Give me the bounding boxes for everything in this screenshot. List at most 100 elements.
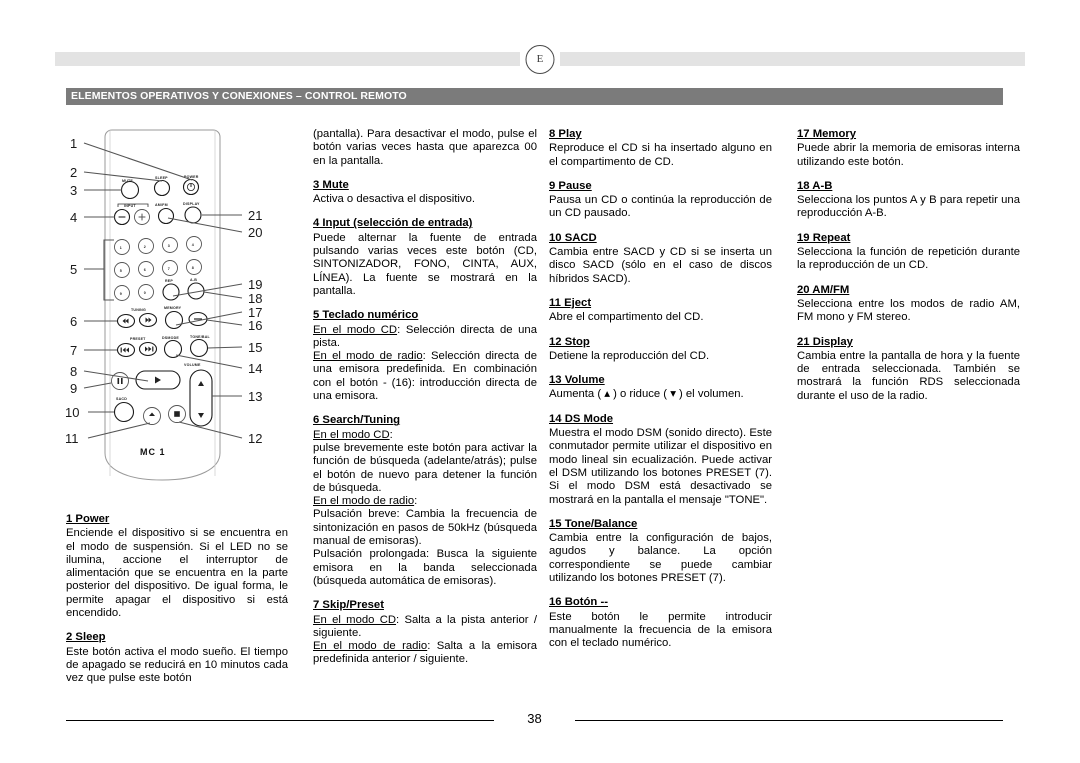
page-number: 38: [519, 711, 550, 726]
entry-body: En el modo CD:: [313, 429, 537, 442]
entry-title: 15 Tone/Balance: [549, 517, 638, 530]
button-label-tonebal: TONE/BAL: [190, 335, 211, 339]
callout-21: 21: [248, 208, 262, 223]
entry-body: Reproduce el CD si ha insertado alguno e…: [549, 142, 772, 168]
amfm-button: [157, 207, 175, 225]
entry-title: 9 Pause: [549, 179, 592, 192]
callout-10: 10: [65, 405, 79, 420]
entry-paragraph: pulse brevemente este botón para activar…: [313, 441, 537, 494]
mute-button: [120, 180, 140, 200]
entry-subheading: En el modo CD: [313, 613, 397, 626]
entry-eject: 11 Eject Abre el compartimento del CD.: [549, 297, 772, 325]
entry-subheading: En el modo de radio: [313, 640, 428, 653]
button-label-display: DISPLAY: [183, 202, 200, 206]
entry-power: 1 Power Enciende el dispositivo si se en…: [66, 513, 288, 620]
entry-title: 20 AM/FM: [797, 283, 850, 296]
entry-title: 8 Play: [549, 128, 582, 140]
callout-3: 3: [70, 183, 77, 198]
button-label-volume: VOLUME: [184, 363, 201, 367]
entry-display: 21 Display Cambia entre la pantalla de h…: [797, 336, 1020, 403]
entry-title: 1 Power: [66, 513, 110, 525]
entry-volume: 13 Volume Aumenta ( ▴ ) o riduce ( ▾ ) e…: [549, 374, 772, 402]
entry-title: 12 Stop: [549, 335, 590, 348]
entry-a-b: 18 A-B Selecciona los puntos A y B para …: [797, 180, 1020, 221]
key-label-9: 9: [120, 292, 122, 296]
sacd-button: [113, 401, 135, 423]
callout-7: 7: [70, 343, 77, 358]
entry-sacd: 10 SACD Cambia entre SACD y CD si se ins…: [549, 232, 772, 286]
callout-14: 14: [248, 361, 262, 376]
repeat-button: [162, 283, 180, 301]
entry-body: Muestra el modo DSM (sonido directo). Es…: [549, 427, 772, 506]
footer-rule-left: [66, 720, 494, 722]
entry-input: 4 Input (selección de entrada) Puede alt…: [313, 217, 537, 298]
entry-sleep: 2 Sleep Este botón activa el modo sueño.…: [66, 631, 288, 685]
language-band: E: [55, 45, 1025, 74]
callout-15: 15: [248, 340, 262, 355]
callout-6: 6: [70, 314, 77, 329]
entry-body: Puede alternar la fuente de entrada puls…: [313, 231, 537, 297]
entry-body: En el modo de radio: Salta a la emisora …: [313, 640, 537, 667]
callout-4: 4: [70, 210, 77, 225]
memory-button: [164, 310, 184, 330]
entry-tone-balance: 15 Tone/Balance Cambia entre la configur…: [549, 518, 772, 585]
entry-body: En el modo CD: Selección directa de una …: [313, 324, 537, 351]
dsmode-button: [163, 339, 183, 359]
entry-stop: 12 Stop Detiene la reproducción del CD.: [549, 336, 772, 364]
key-label-8: 8: [192, 266, 194, 270]
callout-11: 11: [65, 431, 79, 446]
button-label-preset: PRESET: [130, 337, 146, 341]
entry-pause: 9 Pause Pausa un CD o continúa la reprod…: [549, 180, 772, 221]
entry-body: Cambia entre la configuración de bajos, …: [549, 532, 772, 585]
entry-paragraph: Pulsación prolongada: Busca la siguiente…: [313, 548, 537, 587]
entry-body: Selecciona entre los modos de radio AM, …: [797, 297, 1020, 324]
entry-title: 11 Eject: [549, 296, 592, 309]
button-label-sleep: SLEEP: [155, 176, 168, 180]
entry-title: 3 Mute: [313, 178, 349, 191]
language-mark-e: E: [525, 45, 555, 74]
entry-am-fm: 20 AM/FM Selecciona entre los modos de r…: [797, 284, 1020, 325]
entry-repeat: 19 Repeat Selecciona la función de repet…: [797, 232, 1020, 273]
entry-subheading: En el modo CD: [313, 428, 390, 441]
entry-title: 19 Repeat: [797, 231, 851, 244]
entry-body: Selecciona la función de repetición dura…: [797, 246, 1020, 272]
entry-subbody: :: [389, 428, 393, 441]
entry-title: 5 Teclado numérico: [313, 309, 419, 322]
entry-title: 10 SACD: [549, 231, 597, 244]
entry-title: 6 Search/Tuning: [313, 414, 401, 427]
entry-title: 7 Skip/Preset: [313, 599, 384, 612]
entry-title: 16 Botón --: [549, 596, 608, 609]
page-footer: 38: [66, 711, 1003, 728]
model-label: MC 1: [140, 447, 166, 457]
key-label-1: 1: [120, 246, 122, 250]
entry-title: 4 Input (selección de entrada): [313, 217, 473, 230]
entry-subheading: En el modo de radio: [313, 495, 415, 508]
entry-body: En el modo de radio: Selección directa d…: [313, 350, 537, 403]
key-label-3: 3: [168, 244, 170, 248]
entry-body: Detiene la reproducción del CD.: [549, 349, 710, 362]
entry-body: Enciende el dispositivo si se encuentra …: [66, 527, 288, 620]
entry-body: Activa o desactiva el dispositivo.: [313, 193, 476, 206]
display-button: [184, 206, 202, 224]
entry-body: Este botón le permite introducir manualm…: [549, 610, 772, 650]
language-band-right-rule: [560, 52, 1025, 66]
tone-balance-button: [189, 338, 209, 358]
entry-body: Este botón activa el modo sueño. El tiem…: [66, 645, 288, 685]
button-label-dsmode: DSMODE: [162, 336, 179, 340]
button-label-sacd: SACD: [116, 397, 127, 401]
button-label-rep: REP: [165, 279, 173, 283]
callout-20: 20: [248, 225, 262, 240]
text-column-4: 17 Memory Puede abrir la memoria de emis…: [797, 128, 1020, 403]
entry-title: 17 Memory: [797, 128, 857, 140]
callout-2: 2: [70, 165, 77, 180]
entry-title: 18 A-B: [797, 179, 833, 192]
callout-18: 18: [248, 291, 262, 306]
entry-search-tuning: 6 Search/Tuning En el modo CD: pulse bre…: [313, 414, 537, 588]
footer-rule-right: [575, 720, 1003, 722]
entry-minus-button: 16 Botón -- Este botón le permite introd…: [549, 596, 772, 650]
continuation-text: (pantalla). Para desactivar el modo, pul…: [313, 128, 537, 167]
entry-body: Cambia entre SACD y CD si se inserta un …: [549, 246, 772, 285]
callout-5: 5: [70, 262, 77, 277]
text-column-1: 1 Power Enciende el dispositivo si se en…: [66, 513, 288, 686]
remote-control-diagram: MUTE SLEEP POWER INPUT AM/FM DISPLAY 1 2…: [60, 128, 290, 498]
